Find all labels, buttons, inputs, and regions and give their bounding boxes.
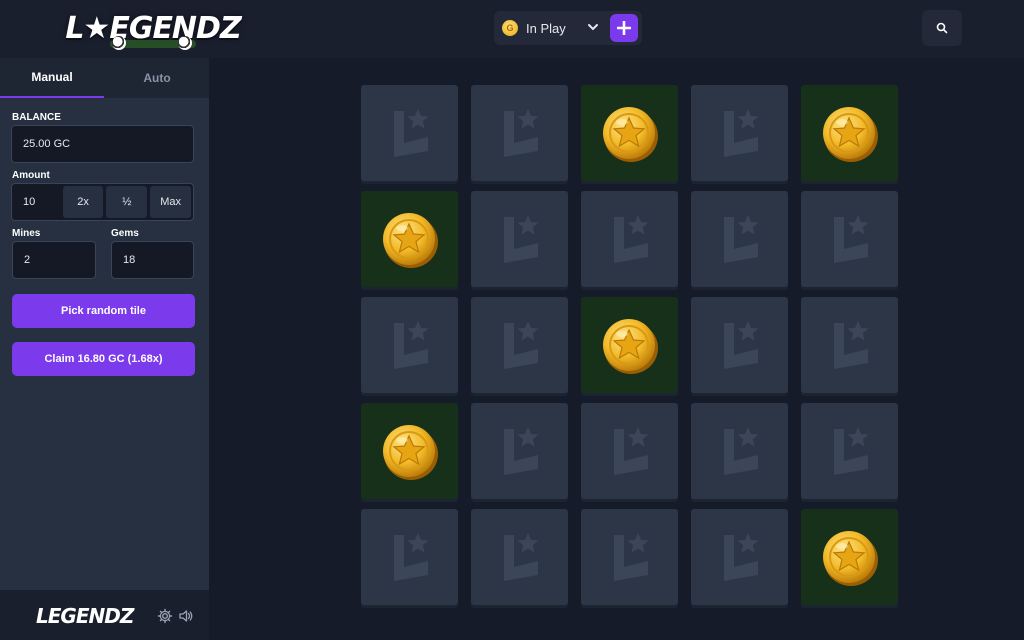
legendz-placeholder-icon xyxy=(723,109,758,157)
legendz-placeholder-icon xyxy=(833,321,868,369)
grid-tile-revealed-coin[interactable] xyxy=(581,85,678,181)
legendz-placeholder-icon xyxy=(723,427,758,475)
legendz-placeholder-icon xyxy=(503,321,538,369)
footer-logo: LEGENDZ xyxy=(36,604,134,628)
gems-value: 18 xyxy=(123,254,136,266)
chevron-down-icon[interactable] xyxy=(586,20,600,34)
soccer-ball-icon xyxy=(112,36,126,50)
gold-star-coin-icon xyxy=(382,425,438,480)
grid-tile-revealed-coin[interactable] xyxy=(801,85,898,181)
grid-tile-hidden[interactable] xyxy=(361,297,458,393)
top-bar: L★EGENDZ G In Play xyxy=(0,0,1024,58)
grid-tile-hidden[interactable] xyxy=(691,297,788,393)
grid-tile-hidden[interactable] xyxy=(691,403,788,499)
grid-tile-hidden[interactable] xyxy=(801,403,898,499)
legendz-placeholder-icon xyxy=(613,215,648,263)
gold-star-coin-icon xyxy=(822,531,878,586)
gold-star-coin-icon xyxy=(382,213,438,268)
grid-tile-revealed-coin[interactable] xyxy=(361,191,458,287)
pick-random-tile-button[interactable]: Pick random tile xyxy=(12,294,195,328)
grid-tile-revealed-coin[interactable] xyxy=(581,297,678,393)
balance-label: BALANCE xyxy=(12,112,61,123)
amount-input[interactable]: 10 xyxy=(14,186,60,218)
legendz-placeholder-icon xyxy=(723,321,758,369)
grid-tile-hidden[interactable] xyxy=(691,191,788,287)
max-amount-button[interactable]: Max xyxy=(150,186,191,218)
tab-manual[interactable]: Manual xyxy=(0,58,104,98)
gems-field: 18 xyxy=(111,241,194,279)
tab-auto[interactable]: Auto xyxy=(105,58,209,98)
legendz-placeholder-icon xyxy=(393,321,428,369)
grid-tile-hidden[interactable] xyxy=(471,297,568,393)
gold-star-coin-icon xyxy=(602,319,658,374)
grid-tile-hidden[interactable] xyxy=(471,509,568,605)
grid-tile-hidden[interactable] xyxy=(361,85,458,181)
grid-tile-hidden[interactable] xyxy=(801,191,898,287)
search-button[interactable] xyxy=(922,10,962,46)
bet-sidebar: Manual Auto BALANCE 25.00 GC Amount 10 2… xyxy=(0,58,209,640)
mines-input[interactable]: 2 xyxy=(12,241,96,279)
search-icon xyxy=(936,22,948,34)
legendz-placeholder-icon xyxy=(503,215,538,263)
legendz-placeholder-icon xyxy=(503,109,538,157)
grid-tile-hidden[interactable] xyxy=(801,297,898,393)
legendz-placeholder-icon xyxy=(723,215,758,263)
legendz-placeholder-icon xyxy=(723,533,758,581)
legendz-placeholder-icon xyxy=(393,109,428,157)
add-funds-button[interactable] xyxy=(610,14,638,42)
grid-tile-hidden[interactable] xyxy=(691,509,788,605)
gear-icon[interactable] xyxy=(157,608,173,624)
mines-grid xyxy=(361,85,898,605)
gems-label: Gems xyxy=(111,228,139,239)
legendz-placeholder-icon xyxy=(613,427,648,475)
amount-control: 10 2x ½ Max xyxy=(11,183,194,221)
grid-tile-hidden[interactable] xyxy=(691,85,788,181)
gold-star-coin-icon xyxy=(822,107,878,162)
amount-label: Amount xyxy=(12,170,50,181)
volume-icon[interactable] xyxy=(178,608,194,624)
claim-button[interactable]: Claim 16.80 GC (1.68x) xyxy=(12,342,195,376)
gold-star-coin-icon xyxy=(602,107,658,162)
legendz-logo[interactable]: L★EGENDZ xyxy=(65,4,242,52)
mode-tabs: Manual Auto xyxy=(0,58,209,98)
mines-label: Mines xyxy=(12,228,41,239)
sidebar-footer: LEGENDZ xyxy=(0,590,209,640)
soccer-ball-icon xyxy=(178,36,192,50)
grid-tile-revealed-coin[interactable] xyxy=(361,403,458,499)
grid-tile-hidden[interactable] xyxy=(581,509,678,605)
balance-value: 25.00 GC xyxy=(23,138,71,150)
legendz-placeholder-icon xyxy=(833,427,868,475)
plus-icon xyxy=(617,21,631,35)
currency-selector[interactable]: G In Play xyxy=(494,11,642,45)
grid-tile-hidden[interactable] xyxy=(361,509,458,605)
legendz-placeholder-icon xyxy=(613,533,648,581)
grid-tile-hidden[interactable] xyxy=(471,85,568,181)
grid-tile-hidden[interactable] xyxy=(471,403,568,499)
currency-label: In Play xyxy=(526,20,566,36)
legendz-placeholder-icon xyxy=(503,533,538,581)
legendz-placeholder-icon xyxy=(393,533,428,581)
grid-tile-revealed-coin[interactable] xyxy=(801,509,898,605)
grid-tile-hidden[interactable] xyxy=(581,403,678,499)
half-amount-button[interactable]: ½ xyxy=(106,186,148,218)
double-amount-button[interactable]: 2x xyxy=(62,186,104,218)
coin-icon: G xyxy=(502,20,518,36)
balance-field: 25.00 GC xyxy=(11,125,194,163)
legendz-placeholder-icon xyxy=(503,427,538,475)
mines-value: 2 xyxy=(24,254,31,266)
grid-tile-hidden[interactable] xyxy=(581,191,678,287)
legendz-placeholder-icon xyxy=(833,215,868,263)
grid-tile-hidden[interactable] xyxy=(471,191,568,287)
